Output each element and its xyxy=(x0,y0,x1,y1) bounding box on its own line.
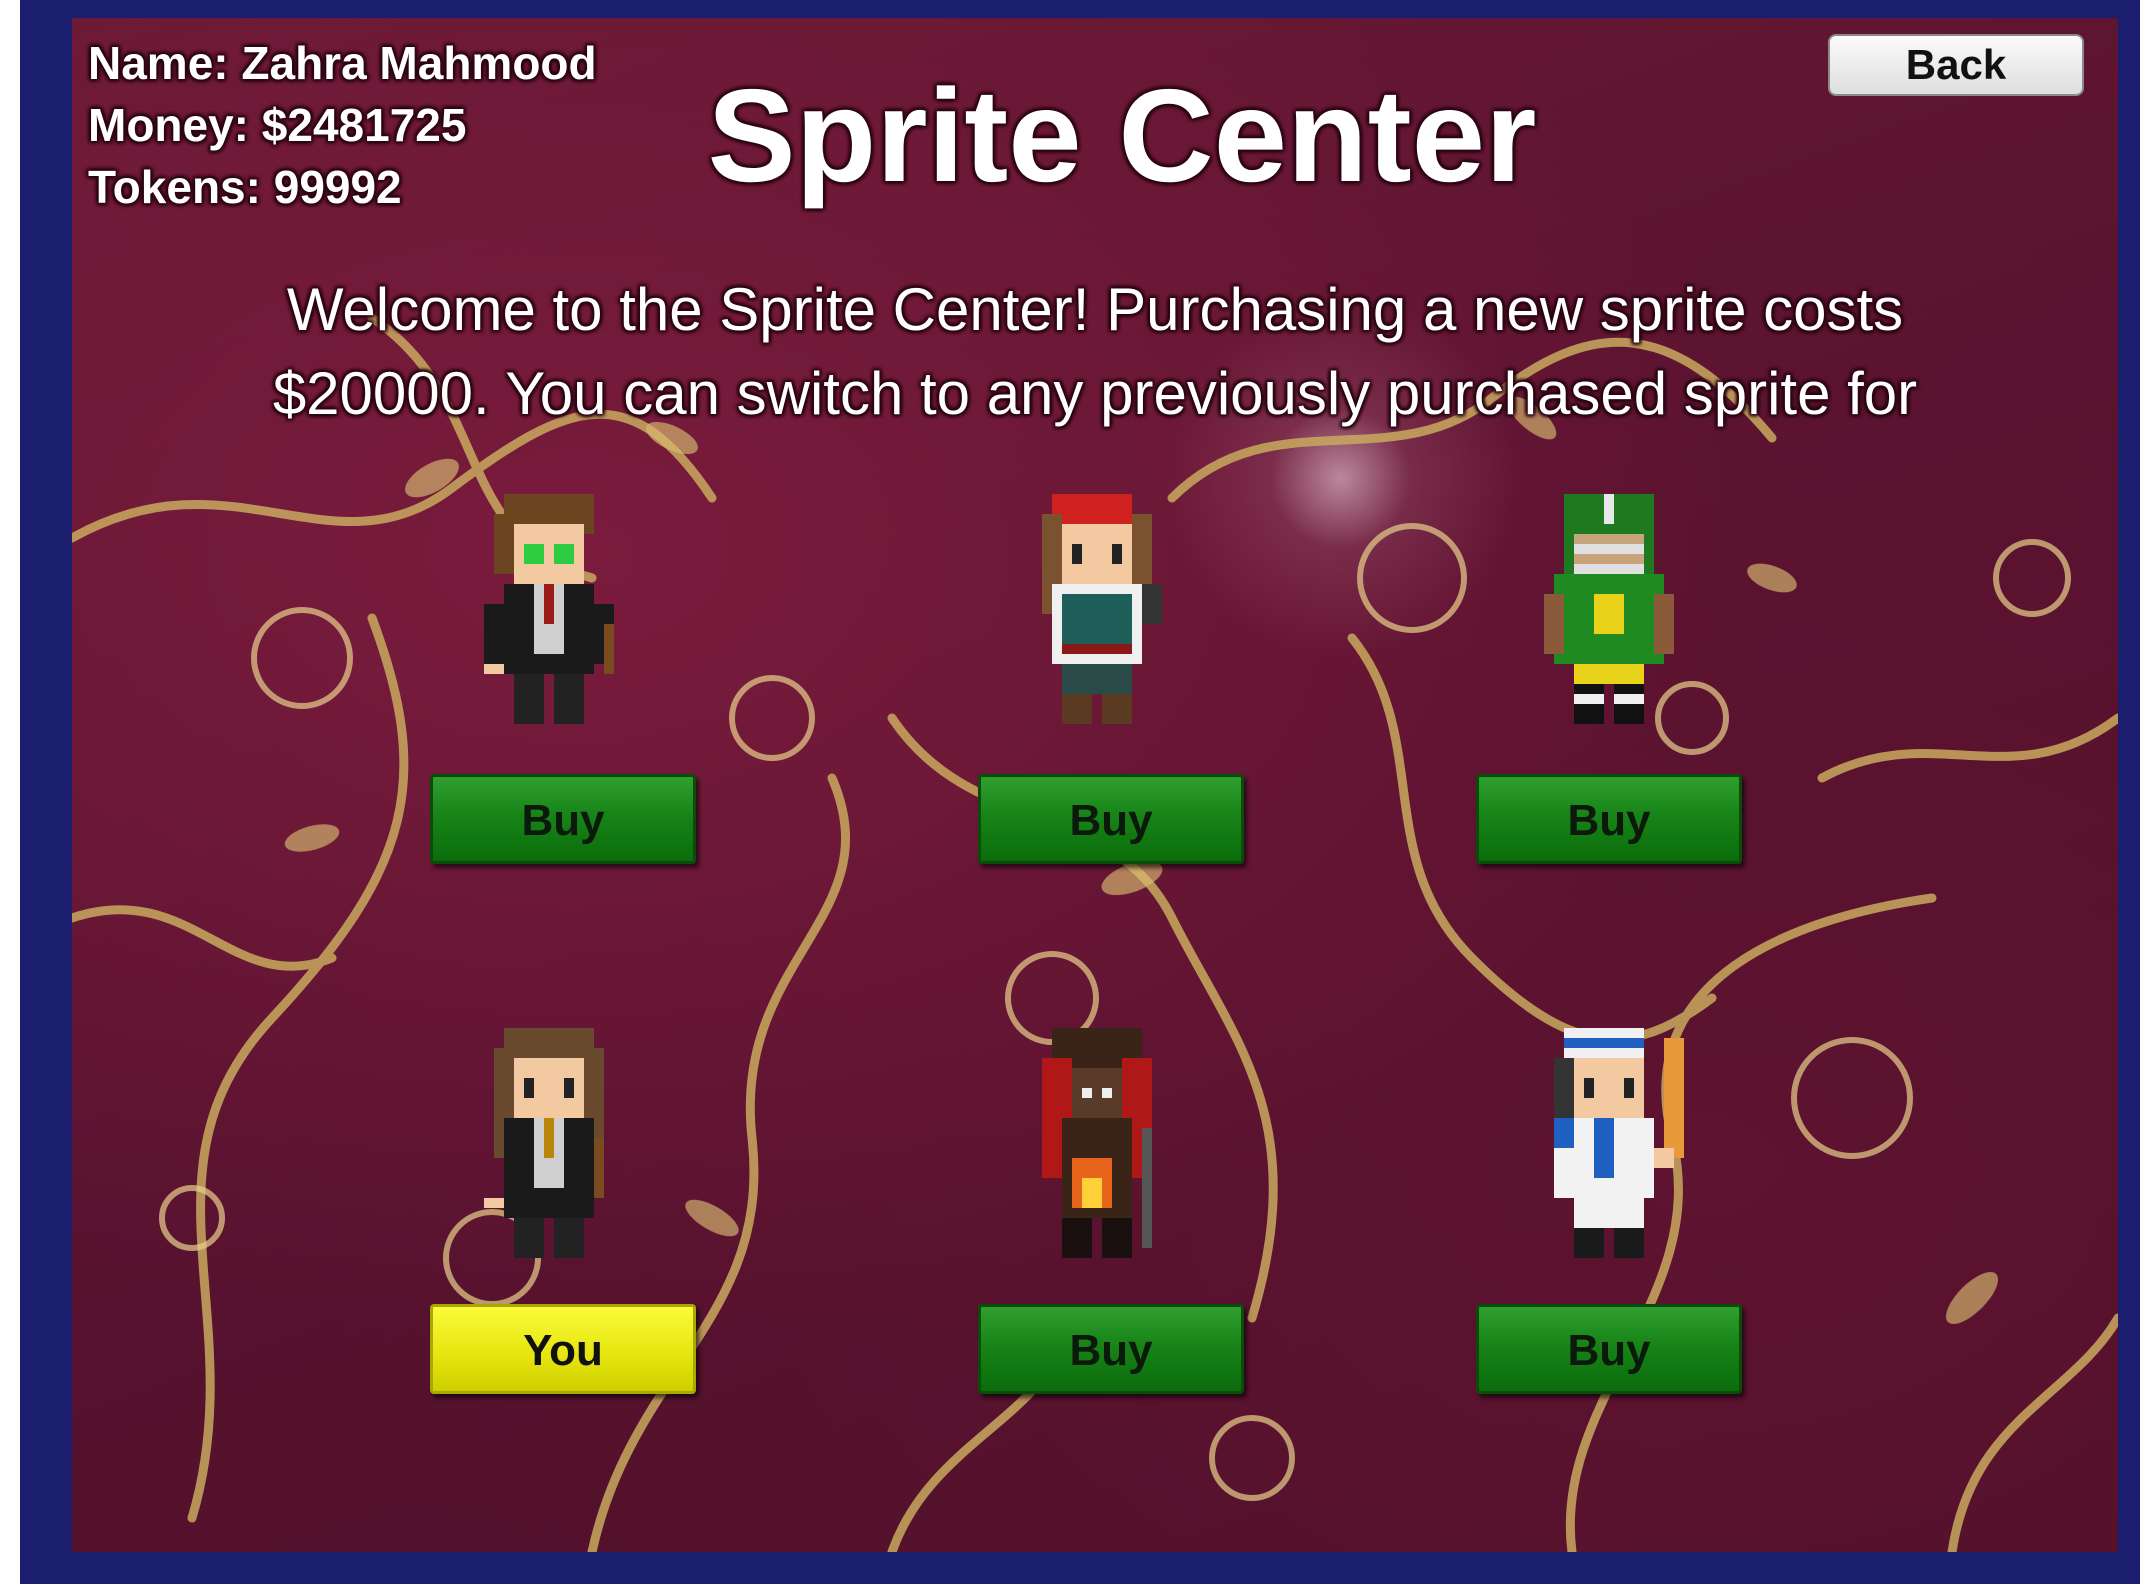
sprite-center-screen: Name: Zahra Mahmood Money: $2481725 Toke… xyxy=(72,18,2118,1552)
buy-button-wizard-boy[interactable]: Buy xyxy=(430,774,696,864)
page-title: Sprite Center xyxy=(707,62,1537,209)
buy-button-pirate-girl[interactable]: Buy xyxy=(978,774,1244,864)
sprite-baseball-player[interactable] xyxy=(1524,1028,1694,1268)
sprite-pirate-girl[interactable] xyxy=(1012,494,1182,734)
player-tokens: Tokens: 99992 xyxy=(88,161,402,213)
buy-button-football-player[interactable]: Buy xyxy=(1476,774,1742,864)
buy-button-baseball-player[interactable]: Buy xyxy=(1476,1304,1742,1394)
welcome-line-2: $20000. You can switch to any previously… xyxy=(272,360,1918,427)
window-frame: Name: Zahra Mahmood Money: $2481725 Toke… xyxy=(20,0,2140,1584)
buy-button-fire-mage[interactable]: Buy xyxy=(978,1304,1244,1394)
sprite-fire-mage[interactable] xyxy=(1012,1028,1182,1268)
welcome-message: Welcome to the Sprite Center! Purchasing… xyxy=(112,268,2078,436)
sprite-football-player[interactable] xyxy=(1524,494,1694,734)
current-sprite-button[interactable]: You xyxy=(430,1304,696,1394)
player-money: Money: $2481725 xyxy=(88,99,467,151)
player-name: Name: Zahra Mahmood xyxy=(88,37,597,89)
back-button[interactable]: Back xyxy=(1828,34,2084,96)
player-stats: Name: Zahra Mahmood Money: $2481725 Toke… xyxy=(88,32,597,218)
welcome-line-1: Welcome to the Sprite Center! Purchasing… xyxy=(286,276,1904,343)
sprite-wizard-boy[interactable] xyxy=(464,494,634,734)
sprite-wizard-girl[interactable] xyxy=(464,1028,634,1268)
